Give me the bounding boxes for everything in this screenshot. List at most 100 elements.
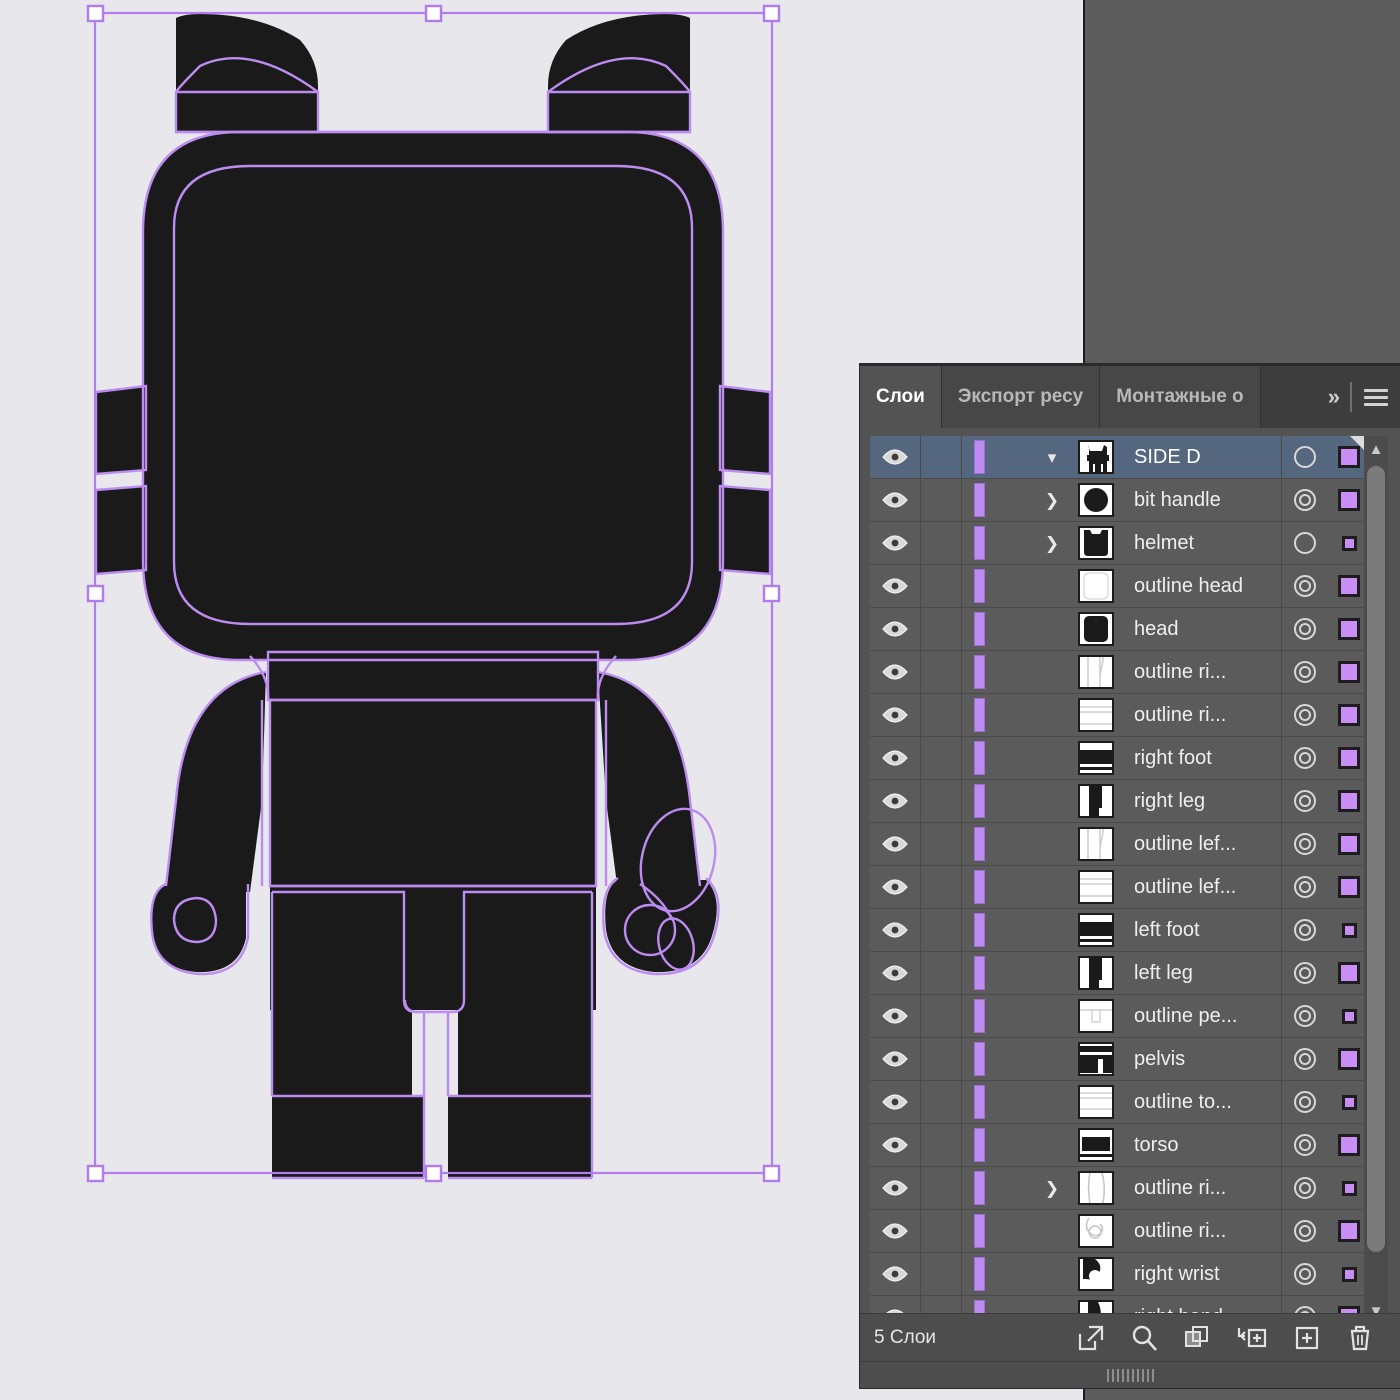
layer-disclosure-triangle[interactable]	[1026, 608, 1078, 650]
layer-row[interactable]: outline head	[870, 565, 1370, 608]
layer-name-label[interactable]: outline lef...	[1124, 823, 1282, 865]
layer-lock-toggle[interactable]	[921, 952, 962, 994]
tab-artboards[interactable]: Монтажные о	[1100, 366, 1260, 428]
layer-disclosure-triangle[interactable]	[1026, 694, 1078, 736]
layer-row[interactable]: outline lef...	[870, 866, 1370, 909]
layer-row[interactable]: ❯bit handle	[870, 479, 1370, 522]
layer-target-indicator[interactable]	[1282, 522, 1328, 564]
layer-row[interactable]: outline ri...	[870, 1210, 1370, 1253]
layer-lock-toggle[interactable]	[921, 1167, 962, 1209]
locate-object-icon[interactable]	[1129, 1323, 1159, 1353]
layer-lock-toggle[interactable]	[921, 823, 962, 865]
layer-lock-toggle[interactable]	[921, 565, 962, 607]
layer-lock-toggle[interactable]	[921, 1038, 962, 1080]
layer-target-indicator[interactable]	[1282, 823, 1328, 865]
tab-layers[interactable]: Слои	[860, 366, 942, 428]
layer-name-label[interactable]: outline ri...	[1124, 694, 1282, 736]
layer-row[interactable]: ❯helmet	[870, 522, 1370, 565]
layer-target-indicator[interactable]	[1282, 1167, 1328, 1209]
layer-visibility-toggle[interactable]	[870, 608, 921, 650]
layer-target-indicator[interactable]	[1282, 1210, 1328, 1252]
duplicate-layer-icon[interactable]	[1182, 1323, 1212, 1353]
layer-disclosure-triangle[interactable]	[1026, 1038, 1078, 1080]
layer-lock-toggle[interactable]	[921, 995, 962, 1037]
layer-row[interactable]: right wrist	[870, 1253, 1370, 1296]
layer-target-indicator[interactable]	[1282, 565, 1328, 607]
layer-target-indicator[interactable]	[1282, 694, 1328, 736]
layer-visibility-toggle[interactable]	[870, 866, 921, 908]
layer-visibility-toggle[interactable]	[870, 479, 921, 521]
layer-row[interactable]: left foot	[870, 909, 1370, 952]
layer-disclosure-triangle[interactable]: ▾	[1026, 436, 1078, 478]
layer-target-indicator[interactable]	[1282, 909, 1328, 951]
layer-visibility-toggle[interactable]	[870, 1167, 921, 1209]
layer-visibility-toggle[interactable]	[870, 737, 921, 779]
layers-panel[interactable]: Слои Экспорт ресу Монтажные о » ▾SIDE D❯…	[860, 364, 1400, 1388]
layer-visibility-toggle[interactable]	[870, 1210, 921, 1252]
layer-visibility-toggle[interactable]	[870, 651, 921, 693]
layer-row[interactable]: right foot	[870, 737, 1370, 780]
layer-visibility-toggle[interactable]	[870, 780, 921, 822]
layer-disclosure-triangle[interactable]	[1026, 866, 1078, 908]
layer-name-label[interactable]: bit handle	[1124, 479, 1282, 521]
layer-target-indicator[interactable]	[1282, 651, 1328, 693]
layer-target-indicator[interactable]	[1282, 737, 1328, 779]
layer-lock-toggle[interactable]	[921, 608, 962, 650]
layers-panel-footer[interactable]: 5 Слои	[860, 1313, 1400, 1362]
panel-resize-grip[interactable]	[860, 1361, 1400, 1388]
layer-visibility-toggle[interactable]	[870, 522, 921, 564]
layer-disclosure-triangle[interactable]	[1026, 909, 1078, 951]
layer-disclosure-triangle[interactable]	[1026, 1124, 1078, 1166]
delete-layer-icon[interactable]	[1345, 1323, 1375, 1353]
layer-name-label[interactable]: pelvis	[1124, 1038, 1282, 1080]
layer-lock-toggle[interactable]	[921, 1253, 962, 1295]
layers-list[interactable]: ▾SIDE D❯bit handle❯helmetoutline headhea…	[870, 436, 1370, 1324]
overflow-chevrons-icon[interactable]: »	[1328, 384, 1338, 410]
layer-visibility-toggle[interactable]	[870, 823, 921, 865]
layer-disclosure-triangle[interactable]	[1026, 737, 1078, 779]
layer-footer-tools[interactable]	[1064, 1323, 1400, 1353]
layer-visibility-toggle[interactable]	[870, 694, 921, 736]
layer-disclosure-triangle[interactable]	[1026, 995, 1078, 1037]
layer-name-label[interactable]: SIDE D	[1124, 436, 1282, 478]
layer-target-indicator[interactable]	[1282, 780, 1328, 822]
layer-target-indicator[interactable]	[1282, 995, 1328, 1037]
layer-lock-toggle[interactable]	[921, 737, 962, 779]
layer-disclosure-triangle[interactable]	[1026, 1210, 1078, 1252]
layer-target-indicator[interactable]	[1282, 436, 1328, 478]
layer-row[interactable]: outline pe...	[870, 995, 1370, 1038]
layer-target-indicator[interactable]	[1282, 1124, 1328, 1166]
layer-target-indicator[interactable]	[1282, 479, 1328, 521]
layer-target-indicator[interactable]	[1282, 1081, 1328, 1123]
layer-row[interactable]: ❯ outline ri...	[870, 1167, 1370, 1210]
layer-name-label[interactable]: outline lef...	[1124, 866, 1282, 908]
hamburger-menu-icon[interactable]	[1364, 389, 1388, 406]
layer-name-label[interactable]: right leg	[1124, 780, 1282, 822]
layer-target-indicator[interactable]	[1282, 608, 1328, 650]
layer-row[interactable]: outline lef...	[870, 823, 1370, 866]
tab-asset-export[interactable]: Экспорт ресу	[942, 366, 1100, 428]
layer-row[interactable]: outline ri...	[870, 651, 1370, 694]
scroll-up-icon[interactable]: ▲	[1364, 436, 1388, 462]
layer-visibility-toggle[interactable]	[870, 436, 921, 478]
layer-disclosure-triangle[interactable]: ❯	[1026, 1167, 1078, 1209]
layer-name-label[interactable]: outline ri...	[1124, 1167, 1282, 1209]
layer-row[interactable]: outline ri...	[870, 694, 1370, 737]
layer-visibility-toggle[interactable]	[870, 1038, 921, 1080]
layer-disclosure-triangle[interactable]	[1026, 952, 1078, 994]
release-to-layers-icon[interactable]	[1076, 1323, 1106, 1353]
layer-name-label[interactable]: outline to...	[1124, 1081, 1282, 1123]
make-sublayer-icon[interactable]	[1235, 1323, 1269, 1353]
layer-target-indicator[interactable]	[1282, 866, 1328, 908]
new-layer-icon[interactable]	[1292, 1323, 1322, 1353]
layer-target-indicator[interactable]	[1282, 952, 1328, 994]
layer-lock-toggle[interactable]	[921, 694, 962, 736]
layer-visibility-toggle[interactable]	[870, 1124, 921, 1166]
layer-disclosure-triangle[interactable]: ❯	[1026, 522, 1078, 564]
layer-row[interactable]: ▾ SIDE D	[870, 436, 1370, 479]
layer-lock-toggle[interactable]	[921, 1124, 962, 1166]
layer-row[interactable]: torso	[870, 1124, 1370, 1167]
layer-lock-toggle[interactable]	[921, 436, 962, 478]
layer-disclosure-triangle[interactable]	[1026, 565, 1078, 607]
layer-lock-toggle[interactable]	[921, 1081, 962, 1123]
